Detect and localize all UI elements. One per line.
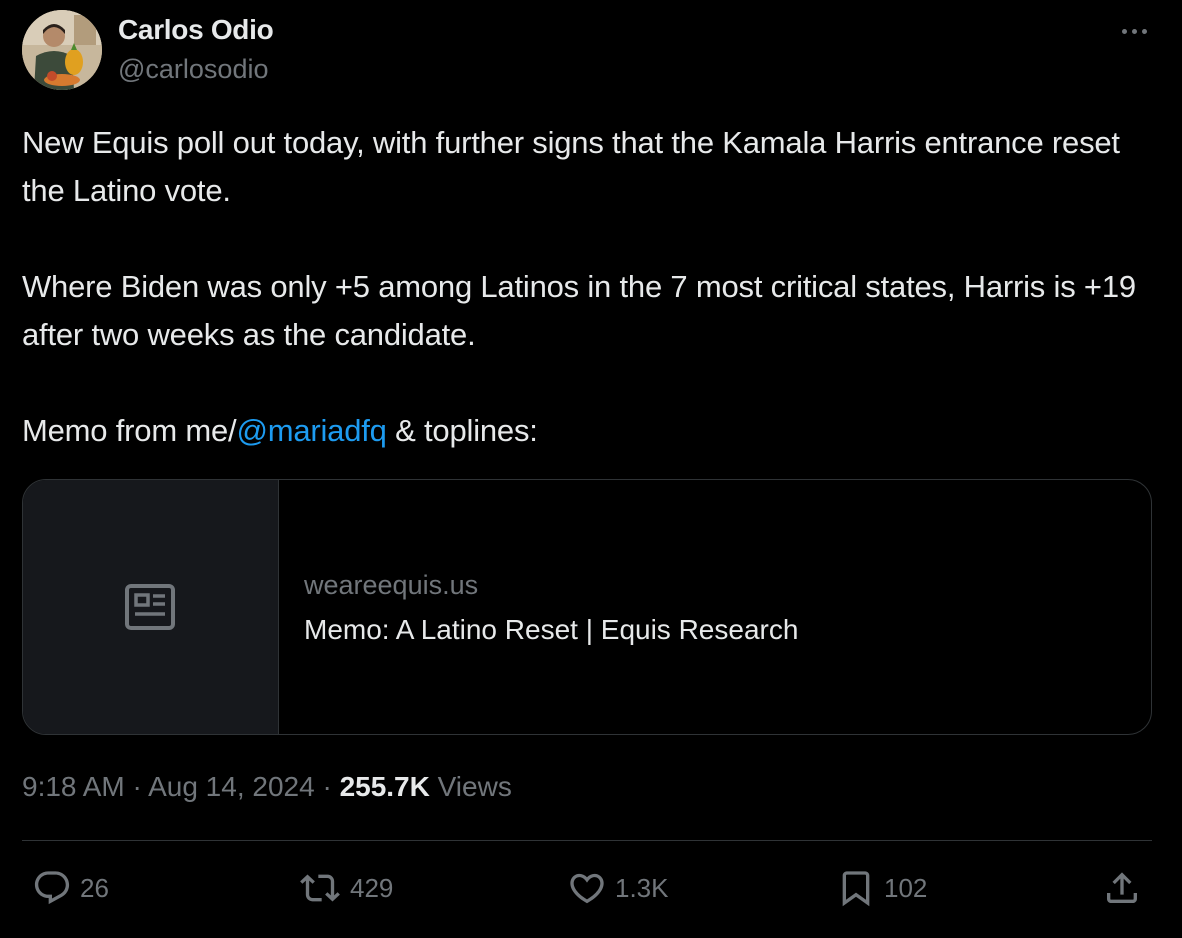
avatar[interactable]	[22, 10, 102, 90]
tweet-date[interactable]: Aug 14, 2024	[148, 771, 315, 802]
article-icon	[125, 584, 175, 630]
reply-icon	[34, 871, 70, 905]
tweet-paragraph: Memo from me/@mariadfq & toplines:	[22, 407, 1152, 455]
card-domain: weareequis.us	[304, 570, 479, 600]
repost-count: 429	[350, 872, 394, 903]
like-count: 1.3K	[615, 872, 669, 903]
author-handle[interactable]: @carlosodio	[118, 54, 268, 85]
tweet-meta: 9:18 AM · Aug 14, 2024 · 255.7K Views	[22, 771, 512, 803]
tweet-paragraph: Where Biden was only +5 among Latinos in…	[22, 269, 1136, 352]
like-button[interactable]: 1.3K	[567, 868, 669, 908]
tweet-text: New Equis poll out today, with further s…	[22, 119, 1152, 455]
views-label: Views	[429, 771, 512, 802]
meta-separator: ·	[314, 771, 340, 802]
reply-button[interactable]: 26	[32, 868, 109, 908]
share-button[interactable]	[1102, 868, 1142, 908]
tweet: Carlos Odio @carlosodio New Equis poll o…	[0, 0, 1182, 938]
more-dot-icon	[1121, 28, 1127, 34]
more-dot-icon	[1141, 28, 1147, 34]
author-display-name[interactable]: Carlos Odio	[118, 14, 274, 46]
memo-prefix: Memo from me/	[22, 413, 237, 448]
tweet-paragraph: New Equis poll out today, with further s…	[22, 125, 1120, 208]
heart-icon	[570, 873, 604, 904]
mention-link[interactable]: @mariadfq	[236, 413, 386, 448]
memo-suffix: & toplines:	[386, 413, 538, 448]
bookmark-button[interactable]: 102	[836, 868, 927, 908]
link-preview-card[interactable]: weareequis.us Memo: A Latino Reset | Equ…	[22, 479, 1152, 735]
repost-icon	[300, 874, 340, 902]
more-options-button[interactable]	[1112, 16, 1156, 46]
divider	[22, 840, 1152, 841]
repost-button[interactable]: 429	[298, 868, 393, 908]
tweet-time[interactable]: 9:18 AM	[22, 771, 125, 802]
views-count: 255.7K	[339, 771, 430, 802]
card-title: Memo: A Latino Reset | Equis Research	[304, 614, 799, 645]
reply-count: 26	[80, 872, 109, 903]
more-dot-icon	[1131, 28, 1137, 34]
meta-separator: ·	[124, 771, 149, 802]
card-thumbnail	[23, 480, 279, 734]
bookmark-icon	[842, 871, 870, 907]
action-bar: 26 429 1.3K 102	[0, 860, 1182, 922]
bookmark-count: 102	[884, 872, 928, 903]
share-icon	[1107, 872, 1137, 903]
